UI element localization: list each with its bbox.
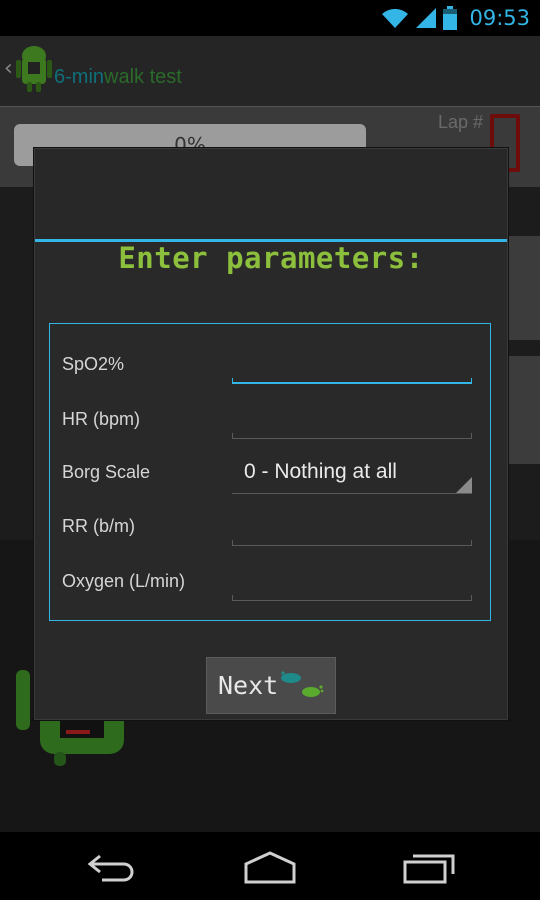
parameters-dialog: Enter parameters: SpO2% HR (bpm) Borg Sc… [34, 148, 508, 720]
rr-input[interactable] [232, 512, 472, 546]
dropdown-triangle-icon [456, 477, 472, 493]
background-card [505, 356, 540, 464]
spo2-label: SpO2% [62, 354, 125, 374]
hr-row: HR (bpm) [50, 401, 492, 445]
hr-input[interactable] [232, 405, 472, 439]
oxygen-label: Oxygen (L/min) [62, 571, 186, 591]
signal-icon [416, 8, 437, 28]
borg-label: Borg Scale [62, 462, 151, 482]
clock: 09:53 [469, 6, 530, 30]
app-title-prefix: 6-min [54, 66, 105, 88]
next-button[interactable]: Next [206, 657, 336, 714]
status-icons: 09:53 [381, 4, 530, 32]
up-caret-icon[interactable]: ‹ [4, 56, 13, 81]
action-bar: ‹ 6-minwalk test [0, 36, 540, 106]
oxygen-row: Oxygen (L/min) [50, 563, 492, 607]
navigation-bar [0, 832, 540, 900]
oxygen-input[interactable] [232, 567, 472, 601]
android-logo-icon[interactable] [14, 44, 54, 94]
recent-apps-icon[interactable] [402, 850, 456, 884]
dialog-title: Enter parameters: [118, 241, 424, 275]
status-bar: 09:53 [0, 0, 540, 36]
footsteps-icon [281, 671, 324, 697]
dialog-header [35, 149, 507, 239]
spo2-row: SpO2% [50, 346, 492, 390]
borg-row: Borg Scale 0 - Nothing at all [50, 454, 492, 498]
rr-label: RR (b/m) [62, 516, 135, 536]
app-title-suffix: walk test [104, 66, 182, 88]
home-icon[interactable] [243, 850, 297, 884]
wifi-icon [382, 8, 409, 28]
app-title: 6-minwalk test [54, 66, 182, 89]
borg-scale-value: 0 - Nothing at all [244, 460, 397, 483]
back-icon[interactable] [86, 850, 138, 884]
spo2-input[interactable] [232, 350, 472, 384]
next-button-label: Next [218, 671, 279, 700]
parameters-form: SpO2% HR (bpm) Borg Scale 0 - Nothing at… [49, 323, 491, 621]
lap-label: Lap # [438, 112, 484, 132]
rr-row: RR (b/m) [50, 508, 492, 552]
background-card [505, 236, 540, 340]
battery-icon [443, 6, 458, 30]
hr-label: HR (bpm) [62, 409, 141, 429]
borg-scale-dropdown[interactable]: 0 - Nothing at all [232, 454, 472, 494]
